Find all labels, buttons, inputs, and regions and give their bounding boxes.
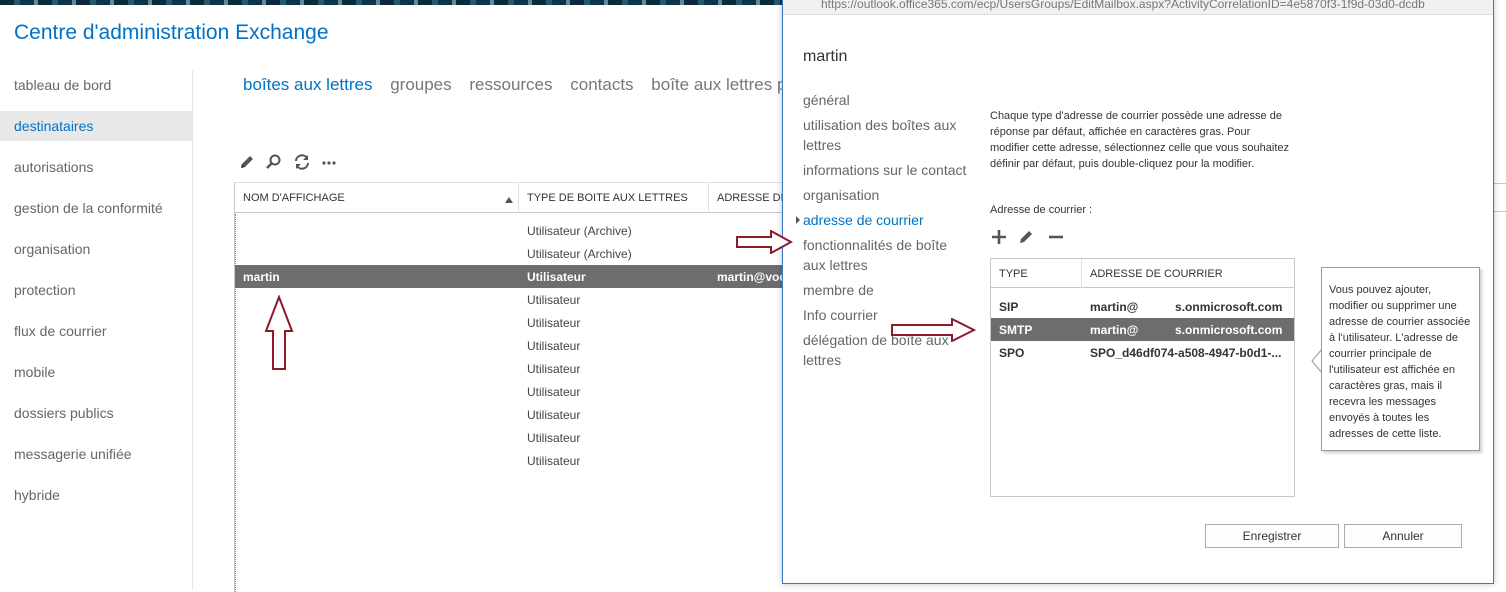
table-row[interactable]: Utilisateur <box>235 426 795 449</box>
help-callout: Vous pouvez ajouter, modifier ou supprim… <box>1321 267 1480 451</box>
edit-icon[interactable] <box>1017 228 1041 246</box>
cell-mailbox-type: Utilisateur (Archive) <box>527 224 632 238</box>
table-row[interactable]: Utilisateur <box>235 334 795 357</box>
add-icon[interactable] <box>989 228 1013 246</box>
address-type: SMTP <box>999 323 1033 337</box>
dialog-url-bar: https://outlook.office365.com/ecp/UsersG… <box>783 0 1493 15</box>
address-value: martin@ s.onmicrosoft.com <box>1090 300 1283 314</box>
tab-groups[interactable]: groupes <box>390 75 451 95</box>
dialog-nav-email-address[interactable]: adresse de courrier <box>796 210 968 230</box>
mailbox-grid: NOM D'AFFICHAGE TYPE DE BOITE AUX LETTRE… <box>234 182 799 592</box>
cell-mailbox-type: Utilisateur <box>527 431 581 445</box>
remove-icon[interactable] <box>1046 228 1070 246</box>
email-address-list: TYPE ADRESSE DE COURRIER SIP martin@ s.o… <box>990 258 1295 497</box>
tab-shared[interactable]: boîte aux lettres pa <box>651 75 796 95</box>
address-toolbar <box>989 228 1070 246</box>
nav-item-organization[interactable]: organisation <box>0 234 193 264</box>
recipient-tabs: boîtes aux lettres groupes ressources co… <box>243 75 809 95</box>
table-row[interactable]: Utilisateur <box>235 311 795 334</box>
nav-item-recipients[interactable]: destinataires <box>0 111 193 141</box>
nav-item-unified-messaging[interactable]: messagerie unifiée <box>0 439 193 469</box>
table-row-selected[interactable]: martin Utilisateur martin@voc <box>235 265 795 288</box>
dialog-nav-contact-information[interactable]: informations sur le contact <box>803 160 968 180</box>
column-separator[interactable] <box>708 183 709 213</box>
table-row[interactable]: Utilisateur <box>235 288 795 311</box>
address-row[interactable]: SPO SPO_d46df074-a508-4947-b0d1-... <box>991 341 1294 364</box>
column-type[interactable]: TYPE <box>999 268 1028 280</box>
nav-item-hybrid[interactable]: hybride <box>0 480 193 510</box>
tab-contacts[interactable]: contacts <box>570 75 633 95</box>
cell-mailbox-type: Utilisateur <box>527 270 586 284</box>
selected-caret-icon <box>796 216 800 224</box>
column-separator[interactable] <box>1081 259 1082 288</box>
dialog-nav-organization[interactable]: organisation <box>803 185 968 205</box>
address-row-selected[interactable]: SMTP martin@ s.onmicrosoft.com <box>991 318 1294 341</box>
annotation-arrow-up-icon <box>264 295 294 370</box>
save-button[interactable]: Enregistrer <box>1205 524 1339 548</box>
column-display-name[interactable]: NOM D'AFFICHAGE <box>243 192 345 204</box>
email-address-description: Chaque type d'adresse de courrier possèd… <box>990 110 1290 170</box>
dialog-title: martin <box>803 48 848 65</box>
tab-resources[interactable]: ressources <box>469 75 552 95</box>
tab-mailboxes[interactable]: boîtes aux lettres <box>243 75 372 95</box>
app-title: Centre d'administration Exchange <box>14 21 329 44</box>
background-divider <box>1494 211 1506 212</box>
dialog-nav-mailbox-features[interactable]: fonctionnalités de boîte aux lettres <box>803 235 968 275</box>
cell-mailbox-type: Utilisateur <box>527 316 581 330</box>
address-value: SPO_d46df074-a508-4947-b0d1-... <box>1090 346 1282 360</box>
left-navigation: tableau de bord destinataires autorisati… <box>0 70 193 521</box>
address-type: SIP <box>999 300 1019 314</box>
sort-ascending-icon[interactable] <box>505 194 513 206</box>
email-address-label: Adresse de courrier : <box>990 204 1093 216</box>
table-row[interactable]: Utilisateur <box>235 357 795 380</box>
cell-mailbox-type: Utilisateur <box>527 339 581 353</box>
cell-mailbox-type: Utilisateur <box>527 362 581 376</box>
nav-item-protection[interactable]: protection <box>0 275 193 305</box>
cell-mailbox-type: Utilisateur <box>527 454 581 468</box>
dialog-nav-general[interactable]: général <box>803 90 968 110</box>
cell-mailbox-type: Utilisateur <box>527 385 581 399</box>
cancel-button[interactable]: Annuler <box>1344 524 1462 548</box>
address-value: martin@ s.onmicrosoft.com <box>1090 323 1283 337</box>
cell-mailbox-type: Utilisateur <box>527 408 581 422</box>
dialog-nav-member-of[interactable]: membre de <box>803 280 968 300</box>
table-row[interactable]: Utilisateur <box>235 380 795 403</box>
grid-header: NOM D'AFFICHAGE TYPE DE BOITE AUX LETTRE… <box>235 183 799 213</box>
edit-mailbox-dialog: https://outlook.office365.com/ecp/UsersG… <box>782 0 1494 584</box>
background-divider <box>1494 183 1506 184</box>
dialog-nav-email-address-label: adresse de courrier <box>803 212 924 228</box>
table-row[interactable]: Utilisateur <box>235 403 795 426</box>
more-icon[interactable] <box>319 152 341 172</box>
nav-item-public-folders[interactable]: dossiers publics <box>0 398 193 428</box>
edit-icon[interactable] <box>237 152 259 172</box>
nav-item-mail-flow[interactable]: flux de courrier <box>0 316 193 346</box>
column-separator[interactable] <box>518 183 519 213</box>
annotation-arrow-right-icon <box>736 230 793 254</box>
column-email-address[interactable]: ADRESSE DE COURRIER <box>1090 268 1223 280</box>
table-row[interactable]: Utilisateur (Archive) <box>235 219 795 242</box>
column-mailbox-type[interactable]: TYPE DE BOITE AUX LETTRES <box>527 192 688 204</box>
address-list-header: TYPE ADRESSE DE COURRIER <box>991 259 1294 288</box>
nav-item-dashboard[interactable]: tableau de bord <box>0 70 193 100</box>
table-row[interactable]: Utilisateur <box>235 449 795 472</box>
cell-email-address: martin@voc <box>717 270 787 284</box>
grid-toolbar <box>237 152 342 172</box>
cell-mailbox-type: Utilisateur <box>527 293 581 307</box>
refresh-icon[interactable] <box>292 152 314 172</box>
table-row[interactable]: Utilisateur (Archive) <box>235 242 795 265</box>
address-row[interactable]: SIP martin@ s.onmicrosoft.com <box>991 295 1294 318</box>
nav-item-permissions[interactable]: autorisations <box>0 152 193 182</box>
dialog-nav-mailbox-usage[interactable]: utilisation des boîtes aux lettres <box>803 115 968 155</box>
annotation-arrow-right-icon <box>891 318 976 342</box>
search-icon[interactable] <box>264 152 286 172</box>
nav-item-mobile[interactable]: mobile <box>0 357 193 387</box>
nav-item-compliance[interactable]: gestion de la conformité <box>0 193 193 223</box>
header-banner <box>0 0 800 5</box>
nav-divider <box>192 70 193 590</box>
cell-mailbox-type: Utilisateur (Archive) <box>527 247 632 261</box>
cell-display-name: martin <box>243 270 280 284</box>
address-type: SPO <box>999 346 1025 360</box>
